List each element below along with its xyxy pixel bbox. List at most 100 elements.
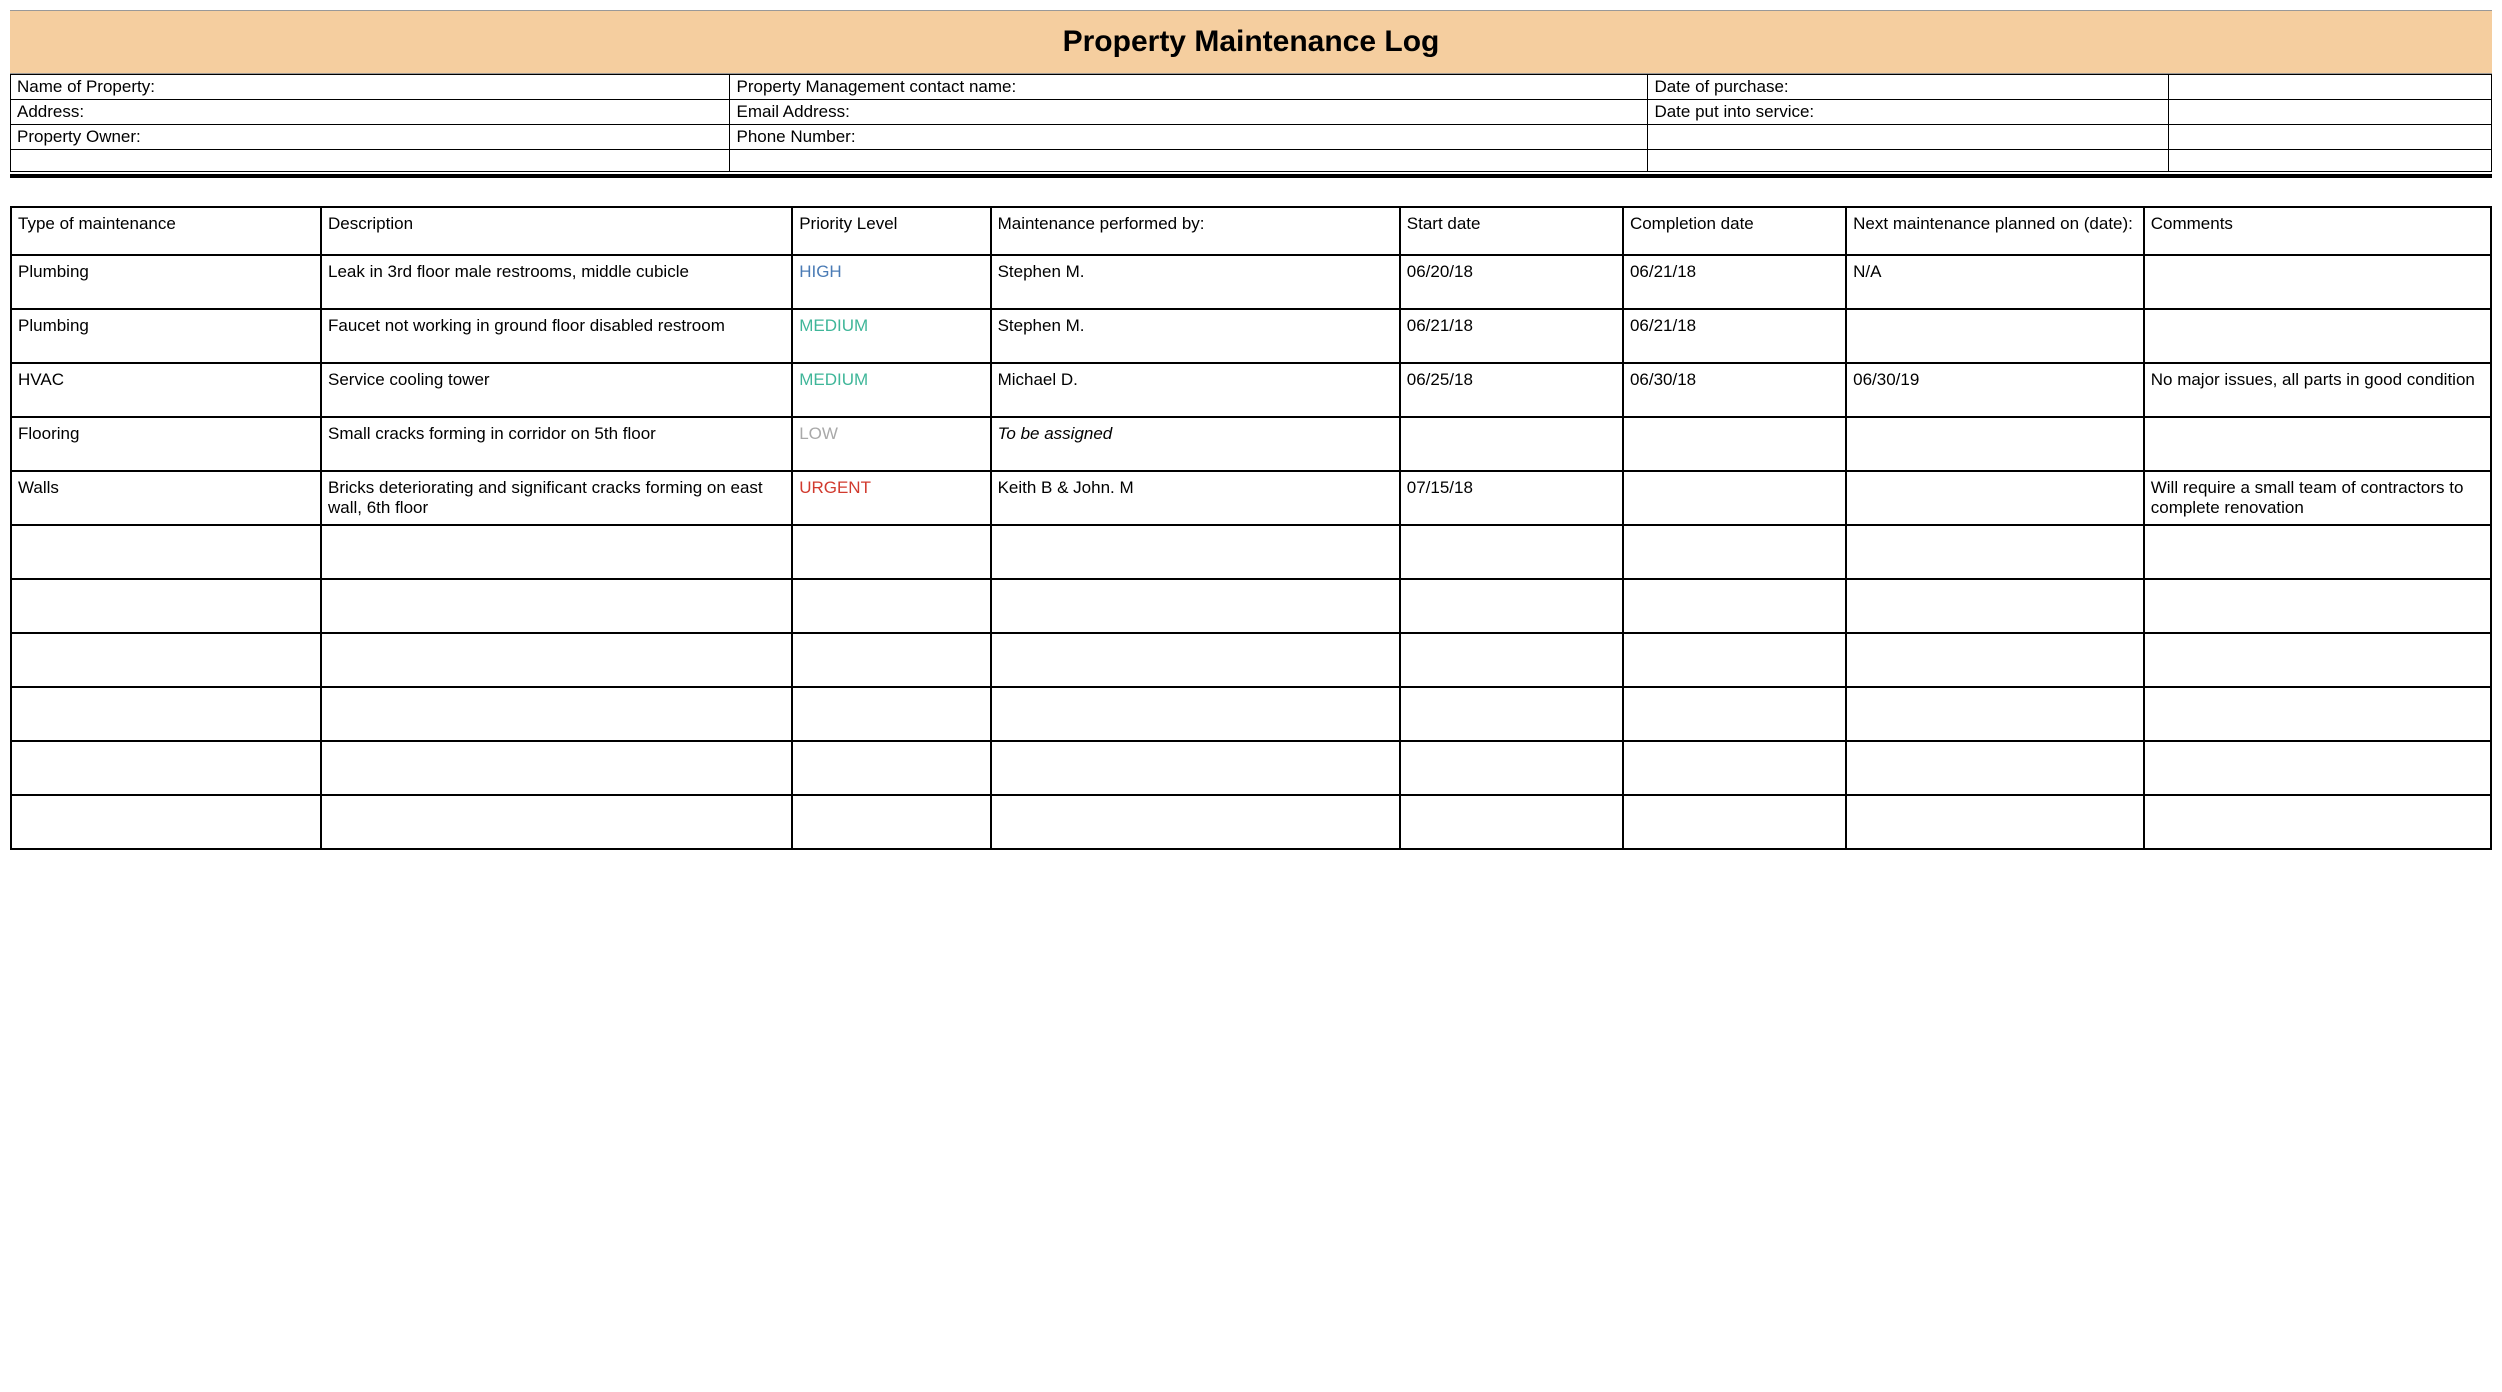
log-cell-completion <box>1623 417 1846 471</box>
info-cell <box>1648 125 2169 150</box>
property-info-table: Name of Property:Property Management con… <box>10 74 2492 172</box>
log-cell-type: Plumbing <box>11 255 321 309</box>
log-cell-performed_by <box>991 795 1400 849</box>
info-cell: Date of purchase: <box>1648 75 2169 100</box>
log-cell-description <box>321 795 792 849</box>
log-cell-completion <box>1623 579 1846 633</box>
log-cell-type: HVAC <box>11 363 321 417</box>
log-cell-completion <box>1623 471 1846 525</box>
log-cell-next <box>1846 471 2144 525</box>
table-row: WallsBricks deteriorating and significan… <box>11 471 2491 525</box>
log-cell-completion: 06/30/18 <box>1623 363 1846 417</box>
info-cell: Email Address: <box>730 100 1648 125</box>
log-cell-type: Plumbing <box>11 309 321 363</box>
log-cell-type <box>11 741 321 795</box>
log-cell-start <box>1400 579 1623 633</box>
log-cell-type <box>11 579 321 633</box>
log-cell-performed_by: Stephen M. <box>991 309 1400 363</box>
log-cell-next <box>1846 309 2144 363</box>
log-cell-comments <box>2144 309 2491 363</box>
log-cell-next: 06/30/19 <box>1846 363 2144 417</box>
log-cell-next: N/A <box>1846 255 2144 309</box>
log-cell-start <box>1400 687 1623 741</box>
log-header: Maintenance performed by: <box>991 207 1400 255</box>
table-row <box>11 579 2491 633</box>
log-cell-performed_by: Michael D. <box>991 363 1400 417</box>
log-header: Start date <box>1400 207 1623 255</box>
log-header: Description <box>321 207 792 255</box>
log-cell-description: Faucet not working in ground floor disab… <box>321 309 792 363</box>
log-cell-completion <box>1623 525 1846 579</box>
log-cell-priority: URGENT <box>792 471 990 525</box>
log-cell-type <box>11 687 321 741</box>
log-cell-description <box>321 525 792 579</box>
log-cell-performed_by: Stephen M. <box>991 255 1400 309</box>
log-cell-type: Flooring <box>11 417 321 471</box>
log-cell-comments <box>2144 525 2491 579</box>
log-cell-comments: Will require a small team of contractors… <box>2144 471 2491 525</box>
page-title: Property Maintenance Log <box>10 10 2492 74</box>
info-cell <box>2169 150 2492 172</box>
log-cell-priority: LOW <box>792 417 990 471</box>
log-cell-priority: MEDIUM <box>792 309 990 363</box>
info-cell: Property Owner: <box>11 125 730 150</box>
log-cell-completion <box>1623 633 1846 687</box>
log-cell-description: Small cracks forming in corridor on 5th … <box>321 417 792 471</box>
log-cell-start <box>1400 741 1623 795</box>
log-cell-next <box>1846 579 2144 633</box>
log-cell-comments <box>2144 795 2491 849</box>
log-cell-start: 06/25/18 <box>1400 363 1623 417</box>
log-cell-comments: No major issues, all parts in good condi… <box>2144 363 2491 417</box>
log-cell-priority <box>792 795 990 849</box>
info-cell <box>730 150 1648 172</box>
table-row: HVACService cooling towerMEDIUMMichael D… <box>11 363 2491 417</box>
info-cell <box>2169 100 2492 125</box>
info-cell: Name of Property: <box>11 75 730 100</box>
log-cell-completion: 06/21/18 <box>1623 255 1846 309</box>
log-cell-type: Walls <box>11 471 321 525</box>
log-cell-description: Bricks deteriorating and significant cra… <box>321 471 792 525</box>
log-cell-completion: 06/21/18 <box>1623 309 1846 363</box>
log-cell-priority <box>792 525 990 579</box>
info-cell <box>2169 125 2492 150</box>
info-cell <box>1648 150 2169 172</box>
maintenance-log-table: Type of maintenanceDescriptionPriority L… <box>10 206 2492 850</box>
log-cell-description <box>321 633 792 687</box>
log-cell-comments <box>2144 633 2491 687</box>
log-cell-next <box>1846 525 2144 579</box>
log-cell-priority <box>792 633 990 687</box>
log-header: Next maintenance planned on (date): <box>1846 207 2144 255</box>
log-cell-start <box>1400 525 1623 579</box>
log-cell-comments <box>2144 417 2491 471</box>
log-cell-start: 06/20/18 <box>1400 255 1623 309</box>
log-header: Priority Level <box>792 207 990 255</box>
info-cell: Phone Number: <box>730 125 1648 150</box>
log-cell-priority <box>792 741 990 795</box>
log-cell-priority <box>792 687 990 741</box>
log-cell-start <box>1400 417 1623 471</box>
log-cell-start <box>1400 633 1623 687</box>
info-cell: Property Management contact name: <box>730 75 1648 100</box>
info-cell <box>11 150 730 172</box>
log-header: Completion date <box>1623 207 1846 255</box>
log-cell-type <box>11 795 321 849</box>
table-row <box>11 741 2491 795</box>
log-cell-performed_by <box>991 579 1400 633</box>
table-row: PlumbingFaucet not working in ground flo… <box>11 309 2491 363</box>
log-cell-description <box>321 687 792 741</box>
log-cell-performed_by <box>991 525 1400 579</box>
log-cell-next <box>1846 741 2144 795</box>
log-cell-performed_by <box>991 687 1400 741</box>
log-cell-next <box>1846 417 2144 471</box>
log-cell-description: Service cooling tower <box>321 363 792 417</box>
log-cell-comments <box>2144 579 2491 633</box>
log-cell-priority <box>792 579 990 633</box>
log-cell-description: Leak in 3rd floor male restrooms, middle… <box>321 255 792 309</box>
table-row <box>11 687 2491 741</box>
log-cell-start: 07/15/18 <box>1400 471 1623 525</box>
table-row <box>11 525 2491 579</box>
log-cell-completion <box>1623 687 1846 741</box>
table-row <box>11 633 2491 687</box>
log-cell-comments <box>2144 687 2491 741</box>
log-cell-type <box>11 525 321 579</box>
